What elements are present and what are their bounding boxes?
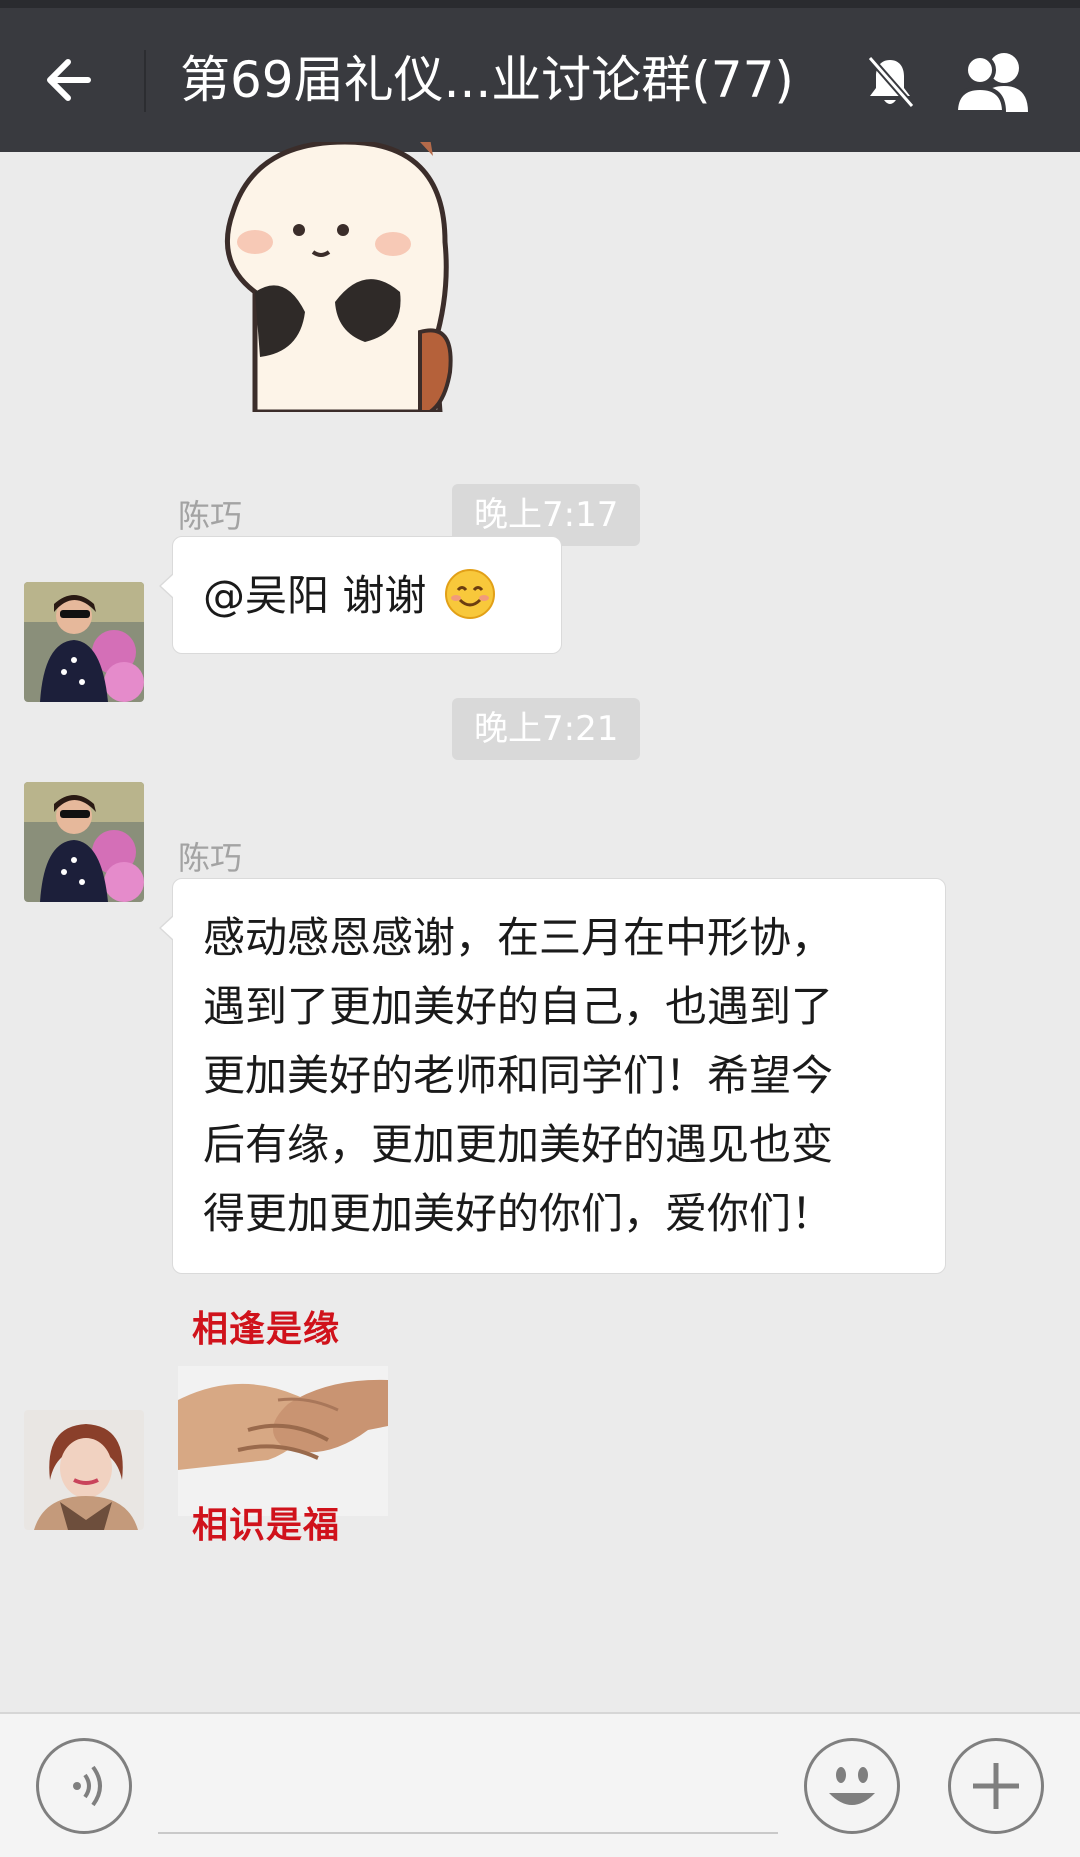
message-bubble[interactable]: @吴阳 谢谢 [159, 536, 562, 654]
sender-name: 陈巧 [178, 839, 243, 877]
voice-button[interactable] [36, 1738, 132, 1834]
input-bar [0, 1712, 1080, 1857]
message-bubble[interactable]: 感动感恩感谢，在三月在中形协， 遇到了更加美好的自己，也遇到了 更加美好的老师和… [159, 878, 946, 1274]
message-text-line: 得更加更加美好的你们，爱你们！ [203, 1189, 834, 1238]
message-text-line: 遇到了更加美好的自己，也遇到了 [203, 982, 834, 1031]
avatar-wuyang[interactable] [24, 1410, 144, 1530]
plus-button[interactable] [948, 1738, 1044, 1834]
panda-sticker[interactable] [215, 138, 525, 415]
greeting-text-top: 相逢是缘 [192, 1309, 341, 1350]
top-bar: 第69届礼仪...业讨论群(77) [0, 0, 1080, 152]
message-text-line: 更加美好的老师和同学们！希望今 [203, 1051, 834, 1100]
message-list[interactable]: 晚上7:17 陈巧 @吴阳 谢谢 晚上7:21 陈巧 感动感恩感谢，在三月在中形… [0, 138, 1080, 1712]
status-strip [0, 0, 1080, 8]
bell-off-icon [862, 52, 918, 112]
smile-emoji-icon [444, 568, 496, 620]
message-text: @吴阳 谢谢 [203, 571, 427, 620]
sender-name: 陈巧 [178, 497, 243, 535]
message-text-line: 后有缘，更加更加美好的遇见也变 [203, 1120, 834, 1169]
back-button[interactable] [36, 44, 108, 116]
avatar-chenqiao[interactable] [24, 582, 144, 702]
chat-screen: 第69届礼仪...业讨论群(77) 晚上7:17 陈巧 @吴阳 谢谢 晚上7:2… [0, 0, 1080, 1857]
emoji-button[interactable] [804, 1738, 900, 1834]
plus-icon [973, 1763, 1019, 1809]
greeting-text-bottom: 相识是福 [192, 1505, 341, 1546]
group-members-icon [953, 53, 1028, 114]
header-divider [144, 50, 146, 112]
timestamp-badge: 晚上7:21 [452, 698, 641, 760]
group-title: 第69届礼仪...业讨论群(77) [180, 51, 794, 109]
voice-icon [73, 1765, 102, 1807]
message-text-line: 感动感恩感谢，在三月在中形协， [203, 913, 834, 962]
group-members-button[interactable] [950, 46, 1040, 118]
back-arrow-icon [47, 59, 91, 101]
greeting-image[interactable]: 相逢是缘 相识是福 [178, 1300, 388, 1546]
avatar-chenqiao[interactable] [24, 782, 144, 902]
emoji-face-icon [829, 1767, 875, 1805]
message-input[interactable] [158, 1832, 778, 1834]
